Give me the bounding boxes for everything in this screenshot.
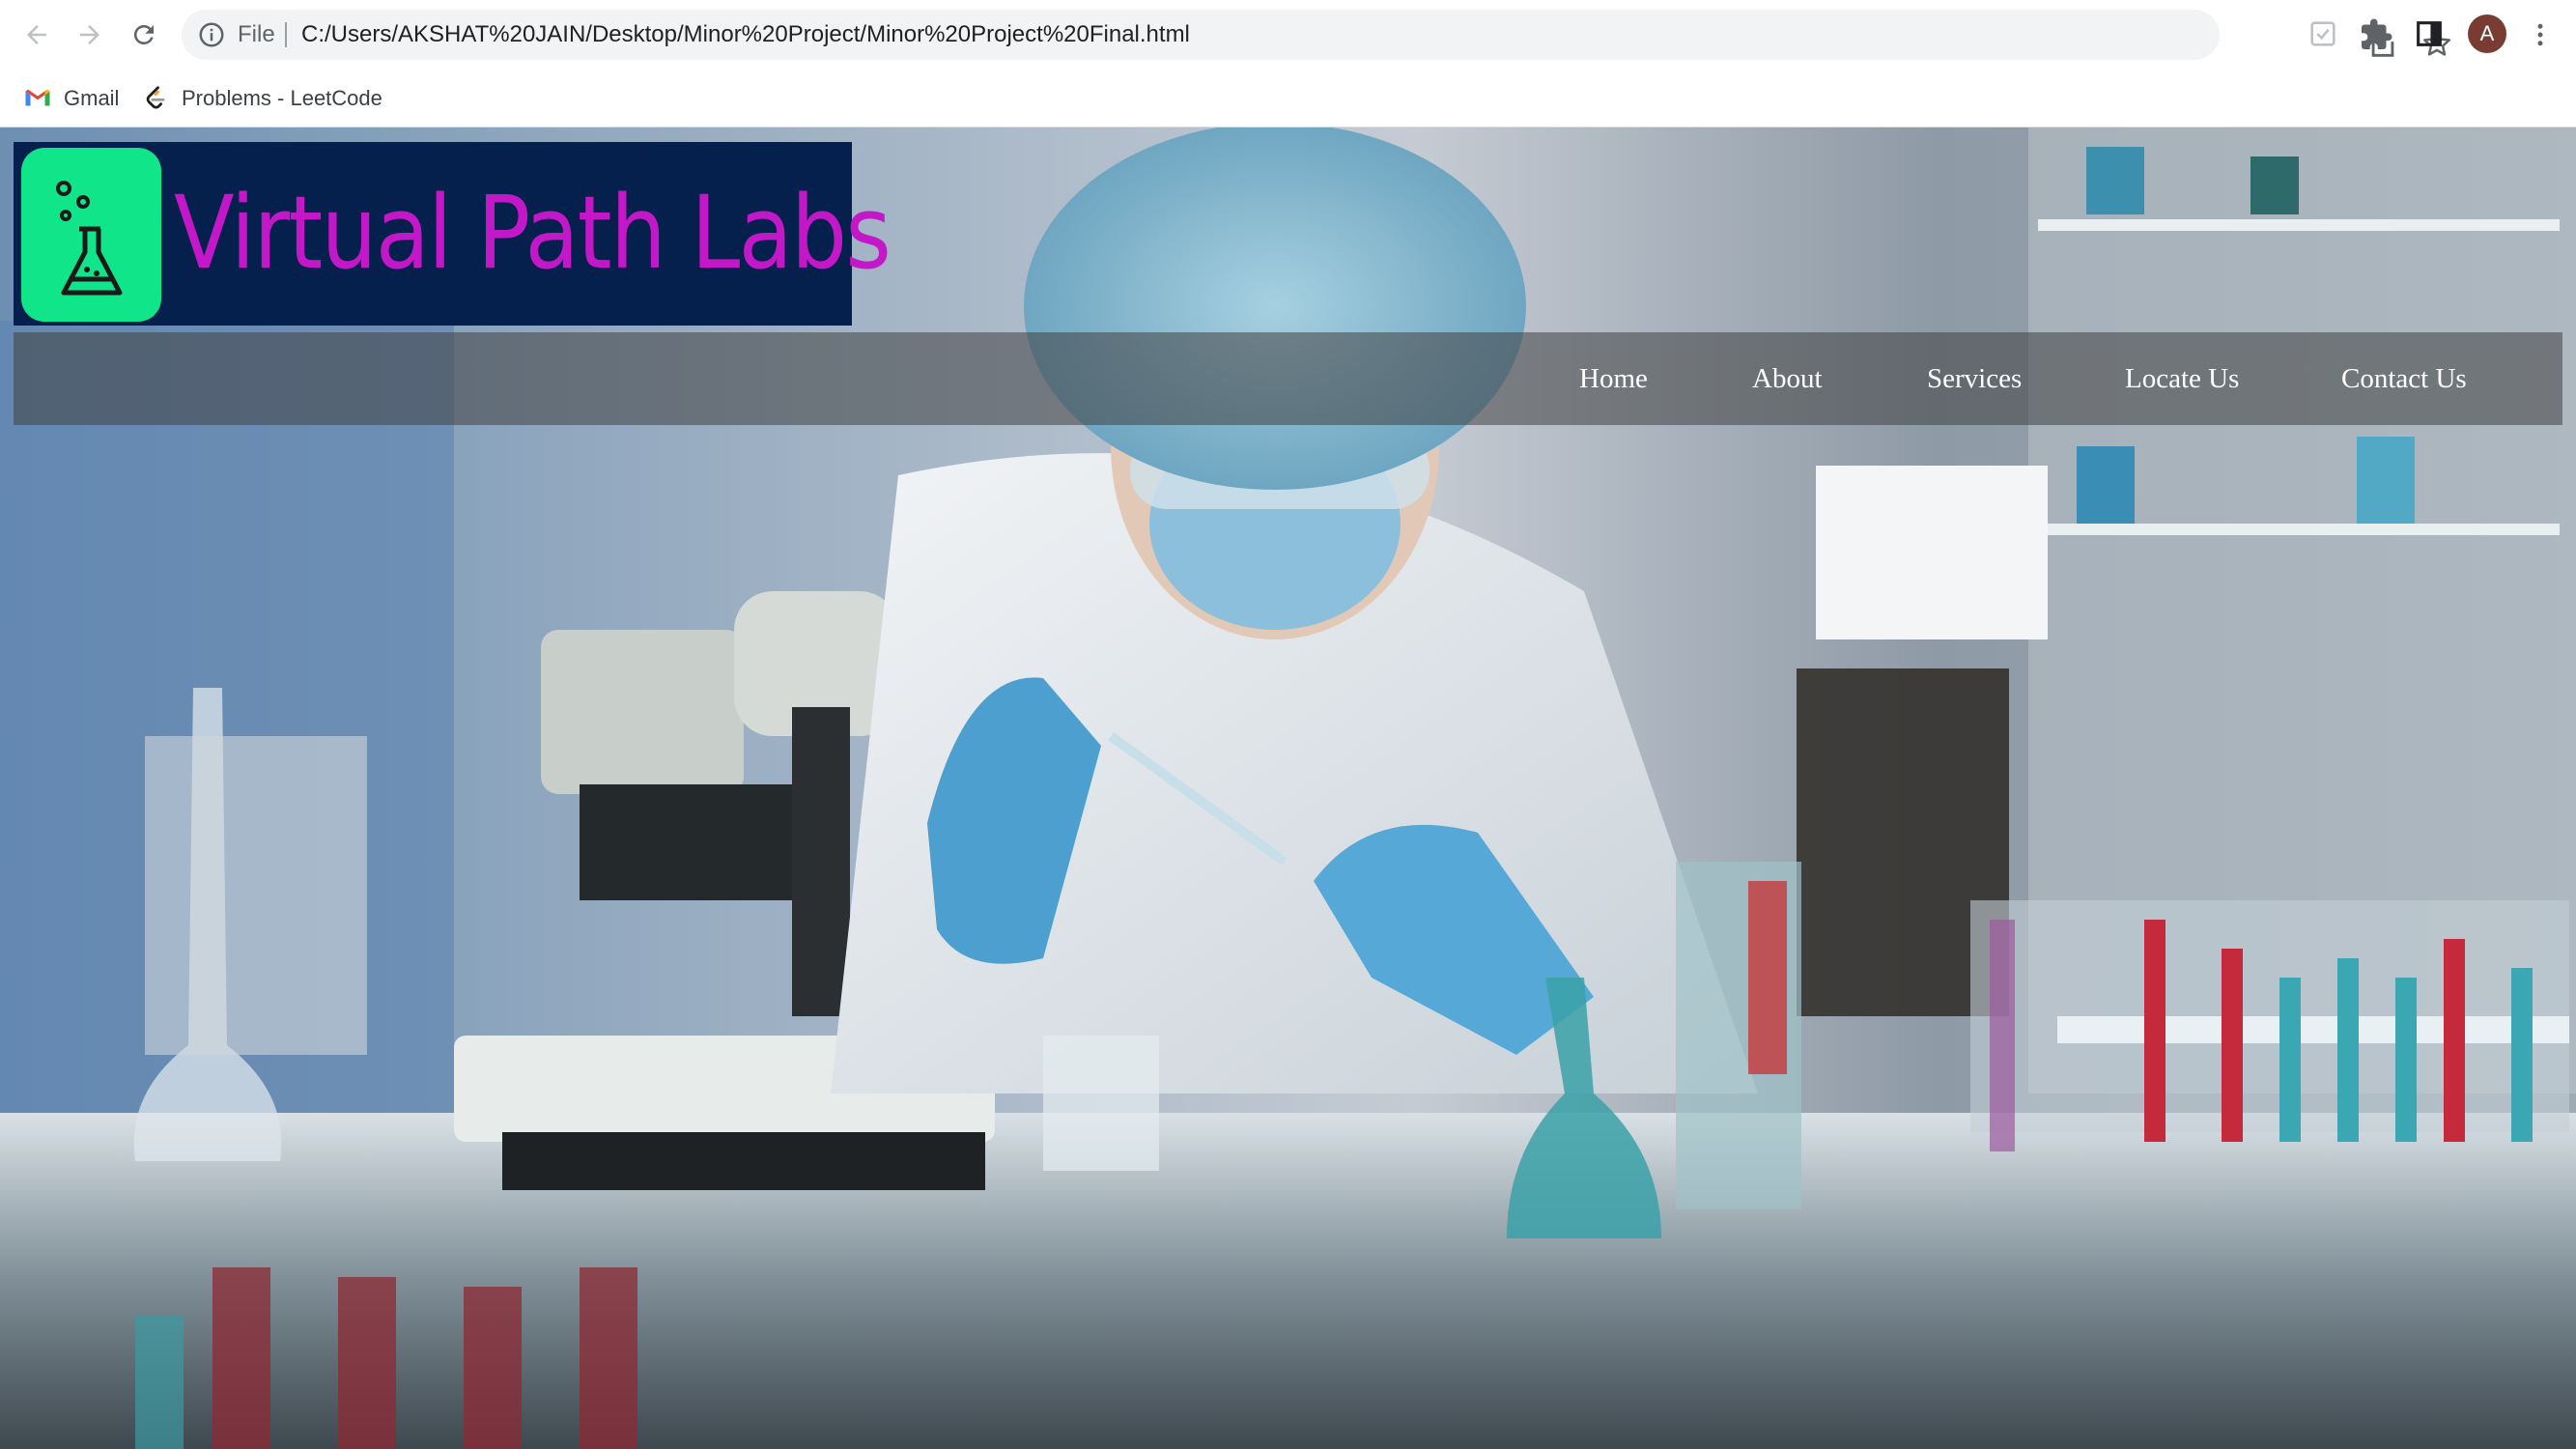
scheme-label: File xyxy=(238,21,275,47)
url-text[interactable]: C:/Users/AKSHAT%20JAIN/Desktop/Minor%20P… xyxy=(301,20,1190,49)
laboratory-photo xyxy=(0,128,2576,1449)
site-logo[interactable]: Virtual Path Labs xyxy=(14,142,892,326)
puzzle-icon[interactable] xyxy=(2359,17,2393,52)
divider xyxy=(285,22,287,47)
site-title: Virtual Path Labs xyxy=(174,174,892,292)
leetcode-icon xyxy=(146,86,165,109)
bookmark-leetcode[interactable]: Problems - LeetCode xyxy=(141,81,382,116)
arrow-left-icon xyxy=(27,25,46,44)
more-menu-icon[interactable] xyxy=(2526,17,2555,52)
bookmark-label: Problems - LeetCode xyxy=(182,86,382,110)
reload-icon xyxy=(133,24,154,44)
address-bar[interactable]: File C:/Users/AKSHAT%20JAIN/Desktop/Mino… xyxy=(182,10,2451,60)
flask-icon xyxy=(56,181,123,296)
forward-button[interactable] xyxy=(71,15,109,54)
bookmark-label: Gmail xyxy=(64,86,120,110)
bookmarks-bar: Gmail Problems - LeetCode xyxy=(0,70,2576,128)
nav-contact-us[interactable]: Contact Us xyxy=(2341,359,2467,398)
nav-about[interactable]: About xyxy=(1752,359,1823,398)
bookmark-gmail[interactable]: Gmail xyxy=(23,81,119,116)
side-panel-icon[interactable] xyxy=(2413,17,2446,50)
nav-services[interactable]: Services xyxy=(1927,359,2022,398)
reload-button[interactable] xyxy=(125,15,163,54)
profile-avatar[interactable]: A xyxy=(2468,14,2506,53)
gmail-icon xyxy=(25,89,50,106)
main-navbar: Home About Services Locate Us Contact Us xyxy=(14,332,2562,425)
info-icon[interactable] xyxy=(197,20,226,49)
logo-tile xyxy=(21,148,161,322)
arrow-right-icon xyxy=(80,25,99,44)
hero-background-image xyxy=(0,128,2576,1449)
browser-toolbar: File C:/Users/AKSHAT%20JAIN/Desktop/Mino… xyxy=(0,0,2576,70)
back-button[interactable] xyxy=(17,15,56,54)
web-page: Virtual Path Labs Home About Services Lo… xyxy=(0,128,2576,1449)
extension-icon[interactable] xyxy=(2307,17,2339,50)
nav-home[interactable]: Home xyxy=(1579,359,1648,398)
nav-locate-us[interactable]: Locate Us xyxy=(2125,359,2239,398)
